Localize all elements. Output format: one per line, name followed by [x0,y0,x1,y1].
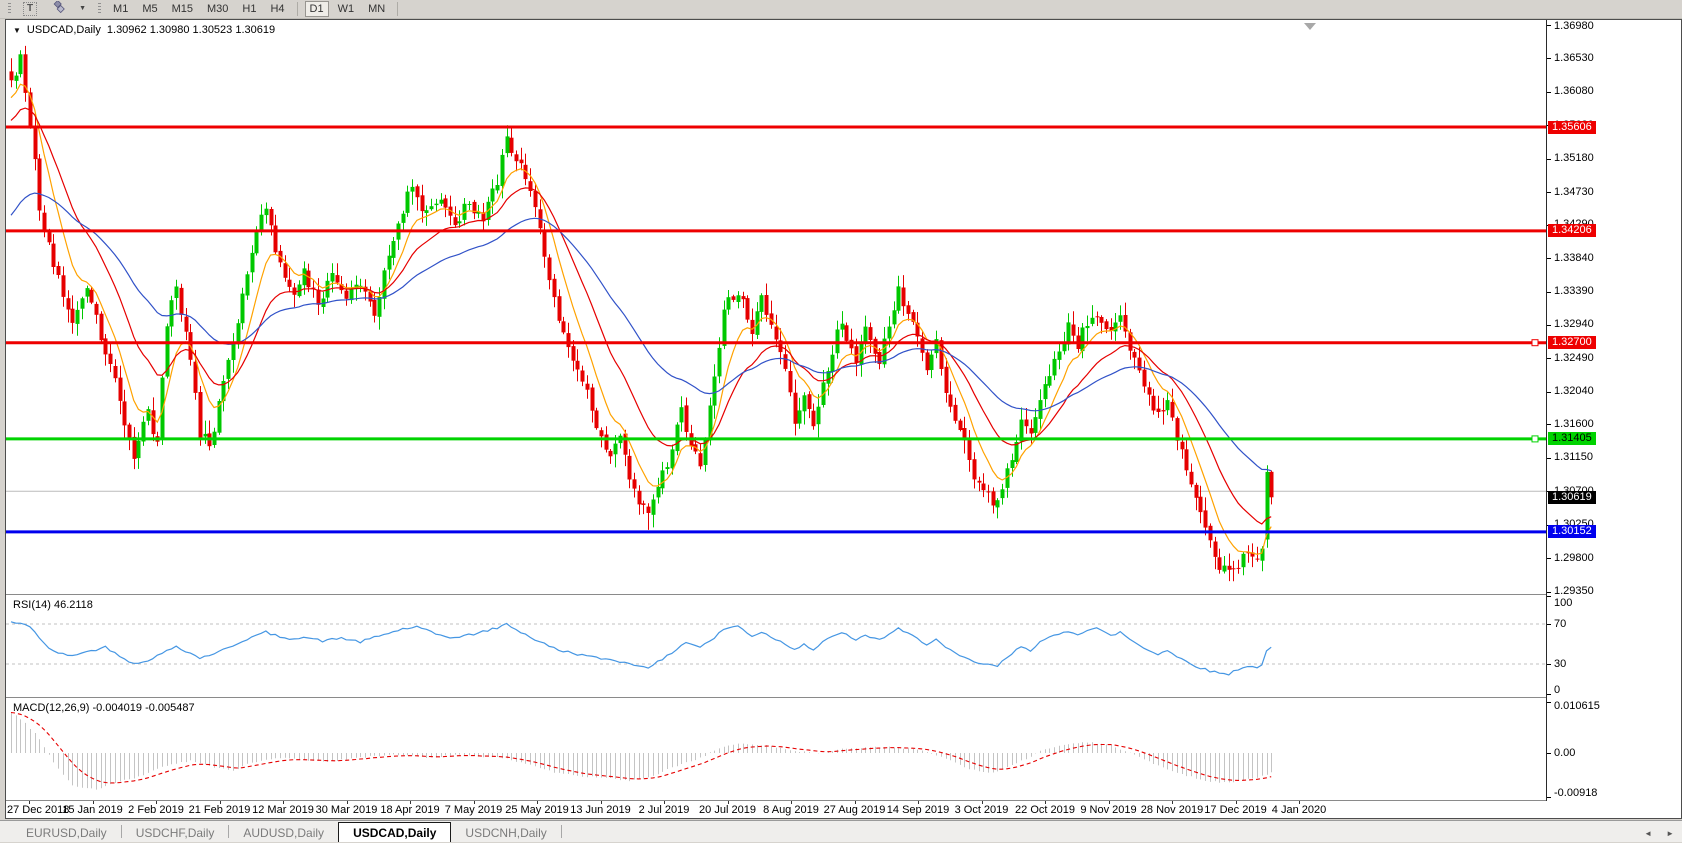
toolbar-grip[interactable] [8,3,11,15]
hline-price-label-1.30152: 1.30152 [1548,525,1596,539]
hline-price-label-1.31405: 1.31405 [1548,432,1596,446]
arrows-tool-button[interactable] [46,0,70,18]
date-tick-30-Mar-2019: 30 Mar 2019 [315,804,378,816]
tab-eurusd-daily[interactable]: EURUSD,Daily [12,824,121,842]
hline-price-label-1.34206: 1.34206 [1548,224,1596,238]
chart-title-ohlc: 1.30962 1.30980 1.30523 1.30619 [106,24,276,36]
date-tick-14-Sep-2019: 14 Sep 2019 [886,804,950,816]
rsi-tick-30: 30 [1554,657,1567,670]
timeframe-m15-button[interactable]: M15 [167,1,198,17]
rsi-line [10,621,1272,676]
tab-scroll-left-icon[interactable]: ◄ [1644,829,1652,838]
text-tool-button[interactable]: T [18,1,42,17]
timeframe-h1-button[interactable]: H1 [237,1,261,17]
timeframe-m30-button[interactable]: M30 [202,1,233,17]
timeframe-w1-button[interactable]: W1 [333,1,360,17]
macd-tick-0.00: 0.00 [1554,746,1576,759]
date-tick-8-Aug-2019: 8 Aug 2019 [763,804,819,816]
arrows-icon [51,0,65,18]
timeframe-mn-button[interactable]: MN [363,1,390,17]
price-tick-1.31150: 1.31150 [1554,451,1593,464]
toolbar-separator [296,2,298,16]
chart-tab-bar: EURUSD,Daily USDCHF,Daily AUDUSD,Daily U… [0,820,1682,842]
date-tick-28-Nov-2019: 28 Nov 2019 [1140,804,1204,816]
timeframe-m1-button[interactable]: M1 [108,1,133,17]
timeframe-m5-button[interactable]: M5 [137,1,162,17]
arrows-dropdown-button[interactable]: ▼ [74,1,91,17]
ma-medium-line [10,107,1272,525]
date-tick-21-Feb-2019: 21 Feb 2019 [188,804,251,816]
price-tick-1.31600: 1.31600 [1554,417,1594,430]
bid-price-label: 1.30619 [1548,490,1596,504]
dropdown-caret-icon: ▼ [79,5,87,12]
date-tick-27-Aug-2019: 27 Aug 2019 [823,804,886,816]
price-tick-1.36980: 1.36980 [1554,20,1594,32]
chart-title-caret-icon[interactable]: ▼ [13,26,21,35]
price-tick-1.35180: 1.35180 [1554,152,1594,165]
date-tick-17-Dec-2019: 17 Dec 2019 [1204,804,1267,816]
chart-window: ▼ USDCAD,Daily 1.30962 1.30980 1.30523 1… [5,19,1682,819]
date-tick-3-Oct-2019: 3 Oct 2019 [954,804,1009,816]
price-tick-1.32040: 1.32040 [1554,385,1594,398]
rsi-pane[interactable] [6,596,1546,697]
rsi-tick-70: 70 [1554,617,1567,630]
date-tick-25-May-2019: 25 May 2019 [505,804,569,816]
macd-label: MACD(12,26,9) -0.004019 -0.005487 [13,702,195,714]
text-tool-icon: T [23,2,38,16]
date-tick-4-Jan-2020: 4 Jan 2020 [1271,804,1327,816]
chart-title: ▼ USDCAD,Daily 1.30962 1.30980 1.30523 1… [13,24,275,36]
timeframe-h4-button[interactable]: H4 [265,1,289,17]
date-tick-2-Jul-2019: 2 Jul 2019 [638,804,690,816]
macd-histogram [11,712,1272,790]
date-tick-13-Jun-2019: 13 Jun 2019 [570,804,631,816]
timeframe-d1-button[interactable]: D1 [304,1,329,17]
tab-scroll-right-icon[interactable]: ► [1666,829,1674,838]
date-tick-12-Mar-2019: 12 Mar 2019 [252,804,314,816]
toolbar-separator-2 [397,2,399,16]
date-tick-2-Feb-2019: 2 Feb 2019 [128,804,184,816]
rsi-tick-100: 100 [1554,597,1573,609]
date-tick-18-Apr-2019: 18 Apr 2019 [380,804,440,816]
rsi-tick-0: 0 [1554,684,1561,696]
hline-price-label-1.35606: 1.35606 [1548,120,1596,134]
price-tick-1.36080: 1.36080 [1554,85,1594,98]
price-tick-1.36530: 1.36530 [1554,51,1594,64]
macd-tick-0.010615: 0.010615 [1554,700,1600,712]
tab-audusd-daily[interactable]: AUDUSD,Daily [229,824,338,842]
date-tick-15-Jan-2019: 15 Jan 2019 [62,804,123,816]
price-tick-1.29800: 1.29800 [1554,551,1594,564]
macd-tick--0.00918: -0.00918 [1554,787,1598,799]
toolbar-grip-2[interactable] [98,3,102,15]
price-tick-1.33390: 1.33390 [1554,285,1594,297]
price-tick-1.33840: 1.33840 [1554,251,1594,264]
date-tick-9-Nov-2019: 9 Nov 2019 [1080,804,1137,816]
tab-usdchf-daily[interactable]: USDCHF,Daily [122,824,229,842]
tab-usdcad-daily[interactable]: USDCAD,Daily [338,822,452,842]
macd-pane[interactable] [6,699,1546,800]
price-tick-1.32940: 1.32940 [1554,318,1594,331]
ma-fast-line [10,83,1272,555]
date-tick-27-Dec-2018: 27 Dec 2018 [7,804,70,816]
price-axis: 1.369801.365301.360801.356301.351801.347… [1546,20,1681,801]
hline-price-label-1.32700: 1.32700 [1548,336,1596,350]
chart-title-symbol: USDCAD,Daily [26,24,101,36]
toolbar: T ▼ M1 M5 M15 M30 H1 H4 D1 W1 MN [0,0,1682,19]
tab-separator [560,825,562,838]
tab-scroll-arrows: ◄ ► [1644,829,1674,838]
tab-usdcnh-daily[interactable]: USDCNH,Daily [451,824,560,842]
price-tick-1.34730: 1.34730 [1554,185,1594,198]
hline-1.31405[interactable] [6,435,1546,443]
mt4-terminal: T ▼ M1 M5 M15 M30 H1 H4 D1 W1 MN ▼ USDCA… [0,0,1682,842]
date-tick-7-May-2019: 7 May 2019 [444,804,503,816]
rsi-label: RSI(14) 46.2118 [13,599,93,611]
price-tick-1.32490: 1.32490 [1554,351,1594,364]
main-chart-plot[interactable] [6,20,1546,594]
chart-shift-marker-icon[interactable] [1304,23,1316,30]
date-tick-20-Jul-2019: 20 Jul 2019 [699,804,756,816]
date-axis: 27 Dec 2018 15 Jan 2019 2 Feb 2019 21 Feb 2… [6,801,1546,818]
date-tick-22-Oct-2019: 22 Oct 2019 [1015,804,1075,816]
